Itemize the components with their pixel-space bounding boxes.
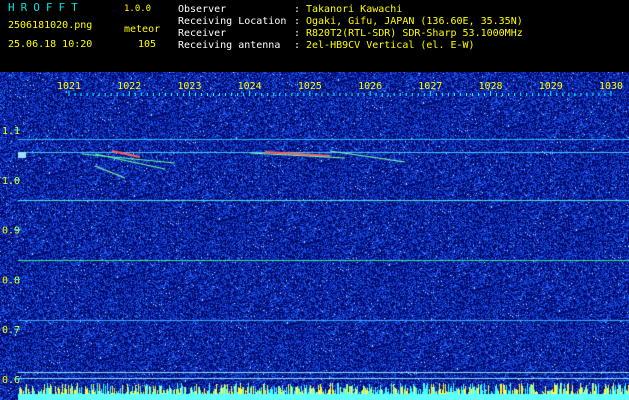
observer-colon: : <box>294 4 301 15</box>
file-name: 2506181020.png <box>8 20 93 31</box>
app-logo: HROFFT <box>8 1 84 14</box>
observer-label: Observer <box>178 4 227 15</box>
x-tick-label: 1028 <box>479 81 503 92</box>
location-value: Ogaki, Gifu, JAPAN (136.60E, 35.35N) <box>306 16 523 27</box>
x-tick-label: 1023 <box>177 81 201 92</box>
y-tick-label: 1.1 <box>2 126 20 137</box>
receiver-colon: : <box>294 28 301 39</box>
y-tick-label: 0.8 <box>2 275 20 286</box>
x-tick-label: 1029 <box>539 81 563 92</box>
x-tick-label: 1025 <box>298 81 322 92</box>
y-tick-label: 0.7 <box>2 325 20 336</box>
y-tick-label: 1.0 <box>2 176 20 187</box>
spectrogram-overlay: 1021 1022 1023 1024 1025 1026 1027 1028 1029 1030… <box>2 81 623 386</box>
receiver-value: R820T2(RTL-SDR) SDR-Sharp 53.1000MHz <box>306 28 523 39</box>
meteor-count: 105 <box>138 39 157 50</box>
x-tick-label: 1024 <box>238 81 262 92</box>
x-tick-label: 1030 <box>599 81 623 92</box>
x-tick-label: 1026 <box>358 81 382 92</box>
observer-value: Takanori Kawachi <box>306 4 403 15</box>
app-version: 1.0.0 <box>124 4 152 14</box>
antenna-colon: : <box>294 40 301 51</box>
location-colon: : <box>294 16 301 27</box>
x-tick-label: 1021 <box>57 81 81 92</box>
y-tick-label: 0.9 <box>2 226 20 237</box>
antenna-label: Receiving antenna <box>178 40 281 51</box>
observation-type: meteor <box>124 24 161 35</box>
antenna-value: 2el-HB9CV Vertical (el. E-W) <box>306 40 475 51</box>
location-label: Receiving Location <box>178 16 287 27</box>
x-tick-label: 1027 <box>418 81 442 92</box>
observation-datetime: 25.06.18 10:20 <box>8 39 93 50</box>
header-panel: HROFFT 1.0.0 2506181020.png meteor 25.06… <box>0 0 629 72</box>
x-tick-label: 1022 <box>117 81 141 92</box>
receiver-label: Receiver <box>178 28 227 39</box>
y-tick-label: 0.6 <box>2 375 20 386</box>
